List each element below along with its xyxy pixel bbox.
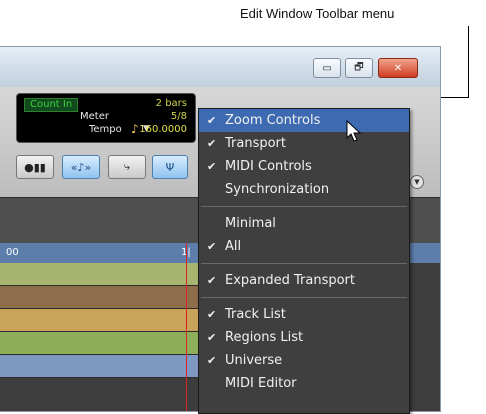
tempo-value[interactable]: 160.0000	[139, 124, 187, 135]
count-in-label[interactable]: Count In	[24, 98, 79, 112]
menu-item-expanded-transport[interactable]: ✔ Expanded Transport	[199, 269, 409, 292]
menu-separator	[201, 263, 407, 264]
minimize-icon: ▭	[322, 62, 332, 74]
chevron-down-icon: ▼	[414, 178, 420, 186]
menu-separator	[201, 206, 407, 207]
menu-item-track-list[interactable]: ✔ Track List	[199, 303, 409, 326]
menu-item-label: Universe	[225, 353, 283, 368]
meter-value[interactable]: 5/8	[171, 111, 187, 122]
meter-label: Meter	[80, 111, 109, 122]
menu-item-label: Regions List	[225, 330, 304, 345]
menu-item-midi-controls[interactable]: ✔ MIDI Controls	[199, 155, 409, 178]
menu-item-zoom-controls[interactable]: ✔ Zoom Controls	[199, 109, 409, 132]
toolbar-dropdown-menu: ✔ Zoom Controls ✔ Transport ✔ MIDI Controls Sy…	[198, 108, 410, 414]
midi-thru-button[interactable]: Ψ	[152, 155, 188, 179]
menu-item-label: Synchronization	[225, 182, 330, 197]
track-lane[interactable]	[0, 286, 200, 309]
merge-button[interactable]: ⤷	[108, 155, 146, 179]
menu-item-label: MIDI Controls	[225, 159, 312, 174]
checkmark-icon: ✔	[207, 274, 217, 287]
counter-display: Count In 2 bars Meter 5/8 Tempo ♪ ▼ 160.…	[16, 93, 196, 143]
restore-icon: 🗗	[354, 61, 364, 73]
menu-separator	[201, 297, 407, 298]
playhead-line[interactable]	[186, 243, 187, 411]
menu-item-all[interactable]: ✔ All	[199, 235, 409, 258]
callout-label: Edit Window Toolbar menu	[240, 6, 395, 21]
callout-line-vertical	[468, 26, 469, 98]
note-icon[interactable]: ♪	[131, 122, 139, 136]
menu-item-label: Transport	[225, 136, 287, 151]
minimize-button[interactable]: ▭	[313, 58, 341, 78]
record-icon: ●▮▮	[24, 160, 46, 174]
midi-input-button[interactable]: «♪»	[62, 155, 100, 179]
menu-item-label: Minimal	[225, 216, 276, 231]
menu-item-minimal[interactable]: Minimal	[199, 212, 409, 235]
track-lane[interactable]	[0, 263, 200, 286]
close-icon: ✕	[393, 62, 403, 74]
title-bar: ▭ 🗗 ✕	[0, 47, 440, 87]
menu-item-label: Expanded Transport	[225, 273, 355, 288]
menu-item-universe[interactable]: ✔ Universe	[199, 349, 409, 372]
mouse-cursor-icon	[346, 120, 362, 142]
tempo-label: Tempo	[89, 124, 122, 135]
midi-thru-icon: Ψ	[165, 160, 175, 174]
track-lane[interactable]	[0, 332, 200, 355]
track-lane[interactable]	[0, 355, 200, 378]
checkmark-icon: ✔	[207, 240, 217, 253]
checkmark-icon: ✔	[207, 354, 217, 367]
menu-item-label: MIDI Editor	[225, 376, 297, 391]
ruler-tick-label: 00	[6, 247, 19, 258]
track-area	[0, 263, 200, 378]
menu-item-transport[interactable]: ✔ Transport	[199, 132, 409, 155]
menu-item-label: All	[225, 239, 242, 254]
count-in-bars: 2 bars	[155, 98, 187, 109]
menu-item-regions-list[interactable]: ✔ Regions List	[199, 326, 409, 349]
track-lane[interactable]	[0, 309, 200, 332]
checkmark-icon: ✔	[207, 137, 217, 150]
restore-button[interactable]: 🗗	[345, 58, 373, 78]
menu-item-midi-editor[interactable]: MIDI Editor	[199, 372, 409, 395]
record-pause-button[interactable]: ●▮▮	[16, 155, 54, 179]
merge-icon: ⤷	[123, 160, 131, 173]
menu-item-label: Zoom Controls	[225, 113, 321, 128]
menu-item-synchronization[interactable]: Synchronization	[199, 178, 409, 201]
toolbar-menu-button[interactable]: ▼	[410, 175, 424, 189]
close-button[interactable]: ✕	[378, 58, 418, 78]
checkmark-icon: ✔	[207, 114, 217, 127]
checkmark-icon: ✔	[207, 331, 217, 344]
checkmark-icon: ✔	[207, 160, 217, 173]
midi-icon: «♪»	[70, 160, 92, 174]
menu-item-label: Track List	[225, 307, 286, 322]
checkmark-icon: ✔	[207, 308, 217, 321]
